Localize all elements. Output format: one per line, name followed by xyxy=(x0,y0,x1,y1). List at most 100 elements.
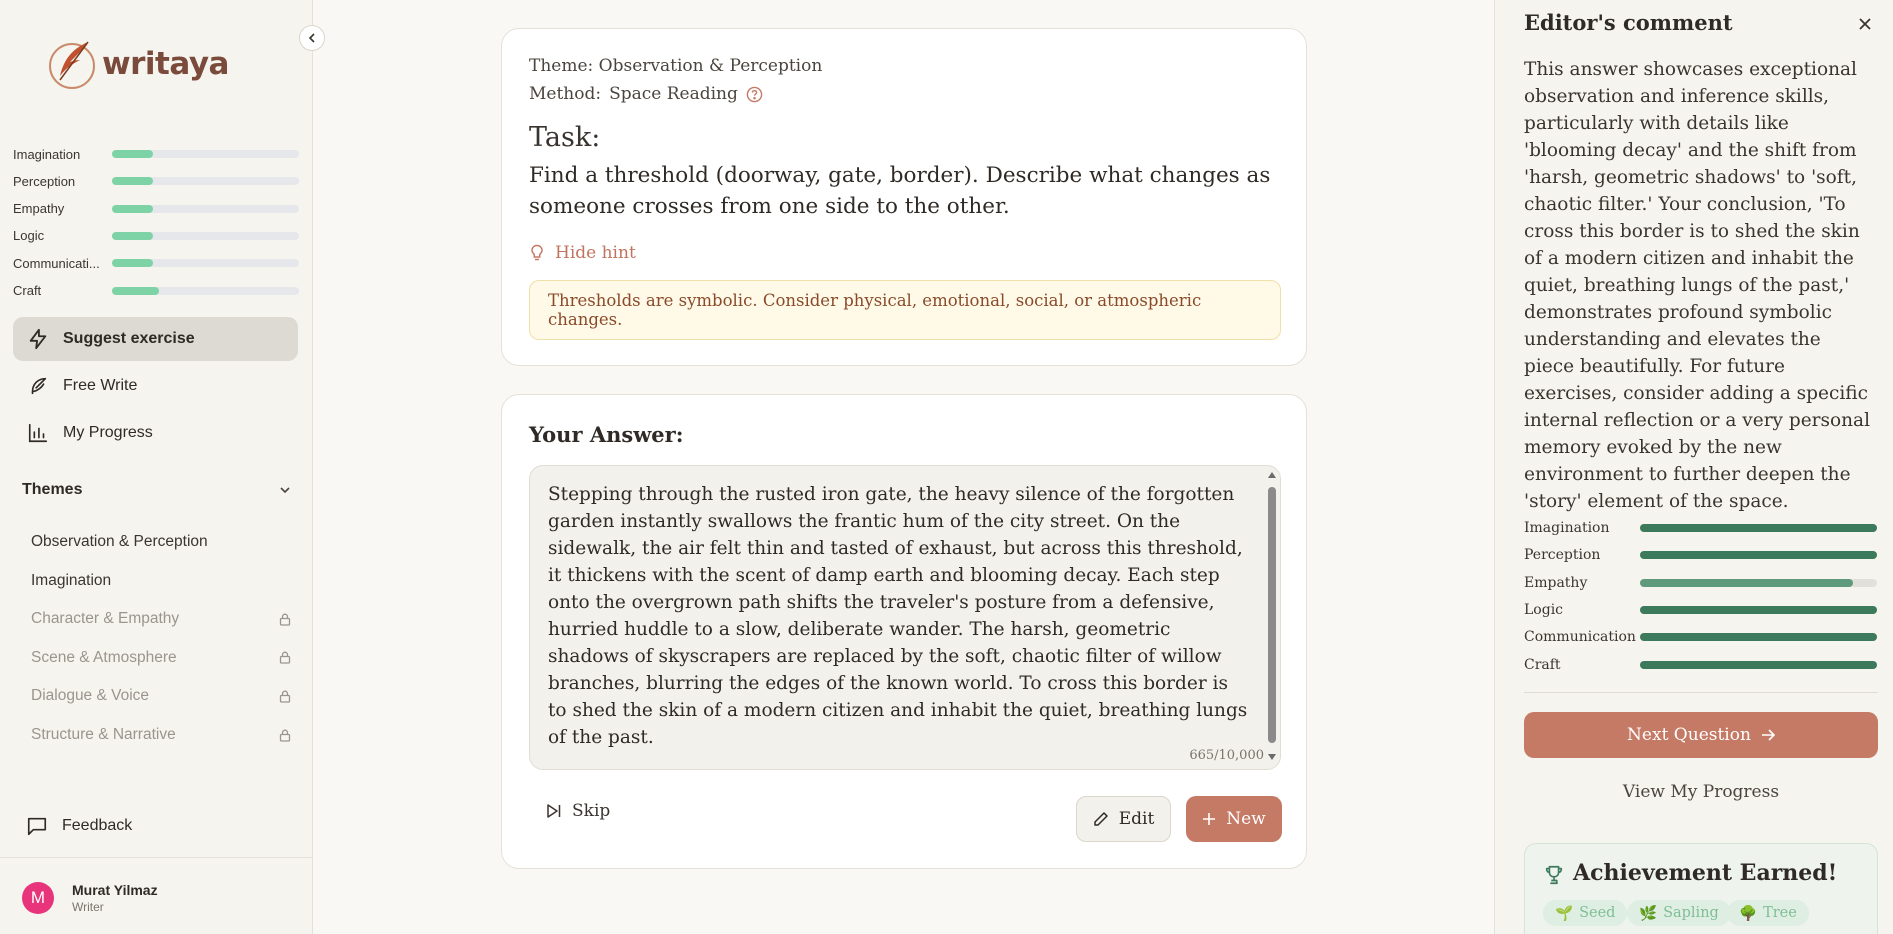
themes-toggle[interactable]: Themes xyxy=(22,481,292,499)
nav-label: Suggest exercise xyxy=(63,330,195,347)
skill-progress-bar xyxy=(112,204,299,213)
lock-icon xyxy=(279,690,291,703)
badge-tree: 🌳 Tree xyxy=(1727,900,1809,926)
editor-skill-progress-bar xyxy=(1640,578,1877,587)
answer-textarea[interactable]: Stepping through the rusted iron gate, t… xyxy=(529,465,1281,770)
theme-label: Scene & Atmosphere xyxy=(31,648,177,666)
avatar: M xyxy=(22,882,54,914)
lightning-icon xyxy=(29,328,47,350)
edit-label: Edit xyxy=(1118,809,1155,829)
skill-row: Perception xyxy=(13,173,299,189)
user-profile[interactable]: M Murat Yilmaz Writer xyxy=(22,882,158,914)
badge-label: Seed xyxy=(1579,905,1616,921)
editor-comment: This answer showcases exceptional observ… xyxy=(1524,59,1870,512)
app-logo[interactable]: writaya xyxy=(46,38,229,90)
editor-skill-name: Empathy xyxy=(1524,574,1588,591)
badge-seed: 🌱 Seed xyxy=(1543,900,1628,926)
nav-free-write[interactable]: Free Write xyxy=(13,364,298,408)
next-question-button[interactable]: Next Question xyxy=(1524,712,1878,758)
close-icon xyxy=(1859,18,1871,30)
theme-label: Structure & Narrative xyxy=(31,726,176,743)
skip-button[interactable]: Skip xyxy=(546,801,610,821)
skill-name: Craft xyxy=(13,283,42,298)
skill-row: Empathy xyxy=(13,201,299,217)
skill-progress-bar xyxy=(112,231,299,240)
editor-skill-row: Empathy xyxy=(1524,574,1877,591)
editor-skill-name: Craft xyxy=(1524,656,1561,673)
badge-label: Tree xyxy=(1763,905,1797,921)
achievement-title: Achievement Earned! xyxy=(1573,860,1838,886)
collapse-sidebar-button[interactable] xyxy=(299,25,325,51)
editor-skill-row: Logic xyxy=(1524,601,1877,618)
close-button[interactable] xyxy=(1857,12,1873,38)
lock-icon xyxy=(279,613,291,626)
answer-title: Your Answer: xyxy=(529,422,684,447)
theme-label: Dialogue & Voice xyxy=(31,687,150,705)
user-role: Writer xyxy=(72,900,104,914)
edit-button[interactable]: Edit xyxy=(1076,796,1171,842)
theme-item: Scene & Atmosphere xyxy=(31,649,291,667)
plus-icon xyxy=(1203,813,1216,825)
skill-name: Imagination xyxy=(13,146,81,162)
theme-item[interactable]: Imagination xyxy=(31,572,291,590)
nav-suggest-exercise[interactable]: Suggest exercise xyxy=(13,317,298,361)
method-label: Method: xyxy=(529,84,602,104)
chevron-left-icon xyxy=(308,33,315,43)
skill-progress-fill xyxy=(112,150,154,158)
scroll-down-arrow-icon[interactable] xyxy=(1267,753,1277,761)
editor-skill-name: Communication xyxy=(1524,629,1636,646)
next-question-label: Next Question xyxy=(1627,725,1751,745)
chevron-down-icon xyxy=(280,487,290,494)
editor-skill-progress-bar xyxy=(1640,551,1877,560)
lightbulb-icon xyxy=(531,244,543,261)
skip-label: Skip xyxy=(572,801,611,821)
chat-bubble-icon xyxy=(27,817,47,836)
feedback-label: Feedback xyxy=(62,817,133,834)
skill-name: Empathy xyxy=(13,201,65,217)
editor-skill-row: Craft xyxy=(1524,656,1877,673)
scrollbar-thumb[interactable] xyxy=(1268,487,1276,743)
achievement-card: Achievement Earned! 🌱 Seed 🌿 Sapling 🌳 T… xyxy=(1524,843,1878,934)
editor-skill-progress-bar xyxy=(1640,633,1877,642)
theme-label: Imagination xyxy=(31,571,112,589)
skill-row: Craft xyxy=(13,283,299,299)
trophy-icon xyxy=(1545,865,1563,885)
skill-name: Communicati... xyxy=(13,255,100,271)
scrollbar[interactable] xyxy=(1267,471,1277,761)
nav-my-progress[interactable]: My Progress xyxy=(13,411,298,455)
editor-skill-progress-fill xyxy=(1640,660,1877,669)
sprout-icon: 🌱 xyxy=(1555,905,1574,922)
feather-icon xyxy=(31,377,47,395)
sidebar: writaya Imagination Perception Empathy Logi… xyxy=(0,0,313,934)
editor-skill-row: Communication xyxy=(1524,629,1877,646)
view-progress-link[interactable]: View My Progress xyxy=(1524,782,1878,802)
new-button[interactable]: New xyxy=(1186,796,1282,842)
theme-item[interactable]: Observation & Perception xyxy=(31,533,291,551)
skill-progress-bar xyxy=(112,177,299,186)
arrow-right-icon xyxy=(1761,729,1775,741)
sapling-icon: 🌿 xyxy=(1639,905,1658,922)
pencil-icon xyxy=(1093,812,1108,826)
skill-name: Perception xyxy=(13,173,76,189)
theme-line: Theme: Observation & Perception xyxy=(529,56,823,76)
editor-skill-name: Logic xyxy=(1524,601,1564,618)
theme-label: Character & Empathy xyxy=(31,610,180,628)
task-title: Task: xyxy=(529,122,601,153)
tree-icon: 🌳 xyxy=(1739,905,1758,922)
hide-hint-button[interactable]: Hide hint xyxy=(529,243,636,263)
skill-progress-fill xyxy=(112,177,154,186)
method-value: Space Reading xyxy=(609,84,738,104)
hint-toggle-label: Hide hint xyxy=(555,243,636,263)
skill-row: Imagination xyxy=(13,146,299,162)
skill-row: Logic xyxy=(13,228,299,244)
editor-skill-progress-fill xyxy=(1640,605,1877,614)
editor-skill-name: Imagination xyxy=(1524,520,1610,536)
skill-progress-fill xyxy=(112,204,154,213)
badge-sapling: 🌿 Sapling xyxy=(1627,900,1731,926)
theme-item: Dialogue & Voice xyxy=(31,687,291,705)
skill-progress-fill xyxy=(112,286,159,295)
lock-icon xyxy=(279,729,291,742)
feedback-button[interactable]: Feedback xyxy=(26,815,132,837)
scroll-up-arrow-icon[interactable] xyxy=(1267,471,1277,479)
help-circle-icon[interactable] xyxy=(746,86,763,103)
